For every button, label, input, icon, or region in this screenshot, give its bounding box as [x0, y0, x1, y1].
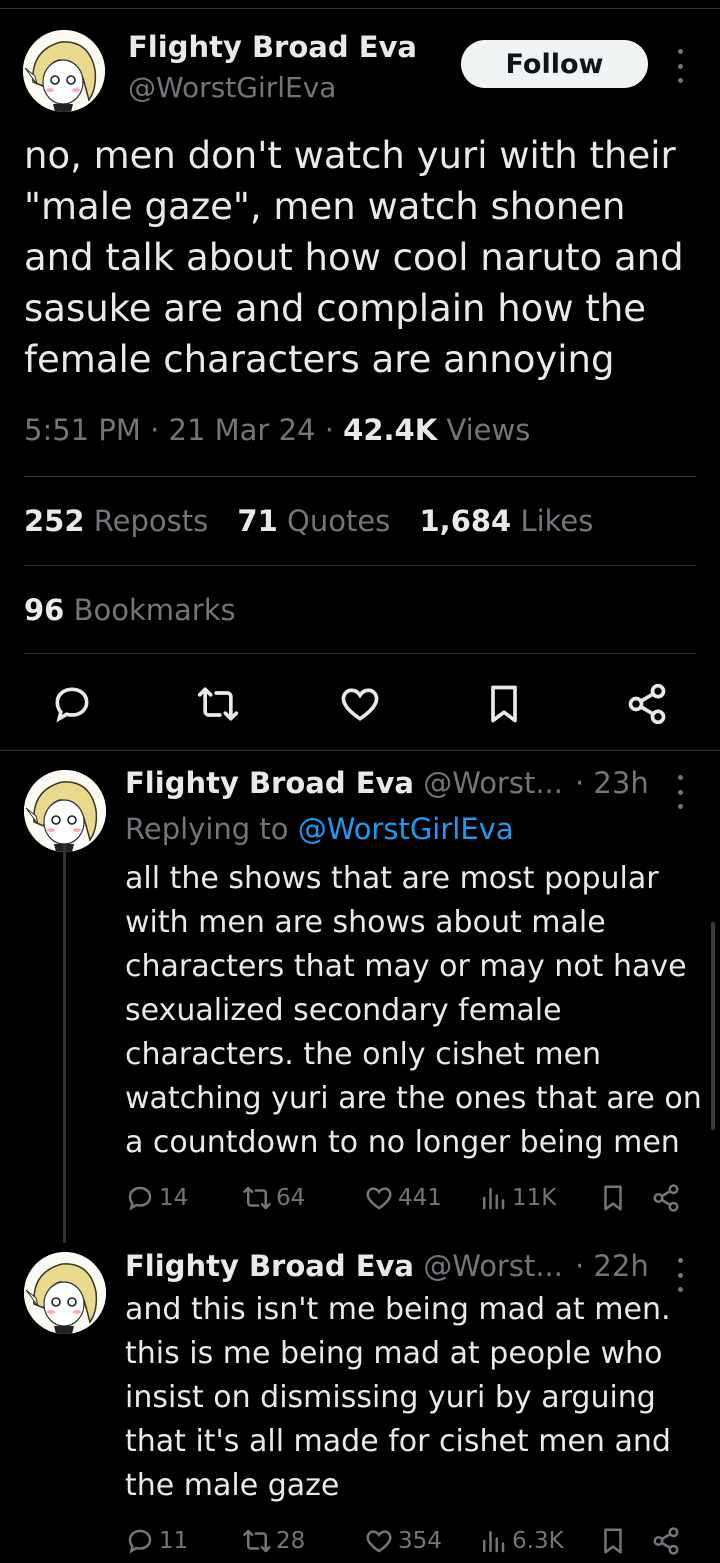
reply-text-line: the male gaze [125, 1468, 340, 1503]
reply-author-name[interactable]: Flighty Broad Eva [125, 1249, 414, 1283]
like-icon [366, 1187, 392, 1210]
more-options-icon[interactable] [674, 775, 686, 809]
reply-count: 14 [159, 1185, 189, 1211]
divider [24, 565, 696, 566]
divider [0, 750, 720, 751]
reply-time[interactable]: · 22h [575, 1249, 649, 1283]
follow-button[interactable]: Follow [461, 40, 648, 88]
tweet-time[interactable]: 5:51 PM [24, 413, 141, 447]
repost-button[interactable]: 28 [242, 1526, 305, 1556]
share-icon [653, 1184, 679, 1212]
quotes-stat[interactable]: 71 Quotes [237, 504, 390, 538]
reply-text-line: characters that may or may not have [125, 949, 687, 984]
like-count: 441 [398, 1185, 442, 1211]
views-button[interactable]: 6.3K [478, 1526, 564, 1556]
reply-icon [128, 1186, 152, 1211]
like-button[interactable]: 354 [364, 1526, 442, 1556]
views-count: 11K [512, 1185, 557, 1211]
like-icon[interactable] [338, 682, 382, 726]
like-count: 354 [398, 1528, 442, 1554]
reply-text: all the shows that are most popular with… [125, 857, 702, 1165]
tweet-date[interactable]: 21 Mar 24 [169, 413, 316, 447]
bookmark-button[interactable] [598, 1183, 628, 1213]
reply-text-line: this is me being mad at people who [125, 1336, 663, 1371]
author-handle[interactable]: @WorstGirlEva [128, 71, 336, 104]
repost-button[interactable]: 64 [242, 1183, 305, 1213]
reply-count: 11 [159, 1528, 189, 1554]
reply-text-line: insist on dismissing yuri by arguing [125, 1380, 656, 1415]
views-count: 42.4K [343, 413, 438, 447]
author-name[interactable]: Flighty Broad Eva [128, 30, 417, 64]
scrollbar[interactable] [711, 922, 715, 1130]
more-options-icon[interactable] [674, 1258, 686, 1292]
reply-text-line: watching yuri are the ones that are on [125, 1081, 702, 1116]
share-button[interactable] [651, 1183, 681, 1213]
like-icon [366, 1530, 392, 1553]
repost-count: 28 [276, 1528, 306, 1554]
like-button[interactable]: 441 [364, 1183, 442, 1213]
repost-icon[interactable] [196, 682, 240, 726]
tweet-text: no, men don't watch yuri with their "mal… [24, 130, 704, 385]
reply-text-line: all the shows that are most popular [125, 861, 659, 896]
repost-count: 64 [276, 1185, 306, 1211]
avatar-image [23, 30, 105, 112]
avatar[interactable] [24, 1252, 106, 1334]
reply-icon[interactable] [50, 682, 94, 726]
reposts-stat[interactable]: 252 Reposts [24, 504, 208, 538]
share-icon[interactable] [625, 682, 669, 726]
likes-stat[interactable]: 1,684 Likes [420, 504, 594, 538]
reply-button[interactable]: 11 [125, 1526, 188, 1556]
reply-time[interactable]: · 23h [575, 766, 649, 800]
views-icon [483, 1188, 505, 1210]
avatar-image [24, 770, 106, 852]
views-count: 6.3K [512, 1528, 564, 1554]
more-options-icon[interactable] [674, 49, 686, 83]
views-label: Views [446, 413, 531, 447]
tweet-text-line: and talk about how cool naruto and [24, 236, 684, 279]
tweet-text-line: no, men don't watch yuri with their [24, 134, 676, 177]
reply-header: Flighty Broad Eva @Worst... [125, 1249, 563, 1283]
replying-to: Replying to @WorstGirlEva [125, 812, 514, 846]
bookmark-icon [604, 1185, 622, 1211]
share-icon [653, 1527, 679, 1555]
tweet-meta: 5:51 PM · 21 Mar 24 · 42.4K Views [24, 413, 531, 447]
tweet-text-line: "male gaze", men watch shonen [24, 185, 626, 228]
views-button[interactable]: 11K [478, 1183, 556, 1213]
divider [24, 653, 696, 654]
reply-text-line: sexualized secondary female [125, 993, 562, 1028]
repost-icon [243, 1186, 271, 1210]
replying-to-link[interactable]: @WorstGirlEva [298, 812, 514, 846]
reply-text-line: with men are shows about male [125, 905, 606, 940]
divider [24, 476, 696, 477]
reply-text-line: a countdown to no longer being men [125, 1125, 680, 1160]
bookmark-icon[interactable] [482, 682, 526, 726]
engagement-stats: 252 Reposts 71 Quotes 1,684 Likes [24, 504, 613, 538]
reply-text: and this isn't me being mad at men. this… [125, 1288, 700, 1508]
tweet-text-line: female characters are annoying [24, 338, 615, 381]
repost-icon [243, 1529, 271, 1553]
avatar-image [24, 1252, 106, 1334]
bookmark-button[interactable] [598, 1526, 628, 1556]
reply-text-line: characters. the only cishet men [125, 1037, 602, 1072]
reply-button[interactable]: 14 [125, 1183, 188, 1213]
reply-author-name[interactable]: Flighty Broad Eva [125, 766, 414, 800]
top-divider [0, 8, 720, 9]
tweet-text-line: sasuke are and complain how the [24, 287, 647, 330]
reply-author-handle[interactable]: @Worst... [423, 766, 563, 800]
avatar[interactable] [23, 30, 105, 112]
reply-text-line: and this isn't me being mad at men. [125, 1292, 671, 1327]
bookmarks-stat[interactable]: 96 Bookmarks [24, 593, 236, 627]
reply-text-line: that it's all made for cishet men and [125, 1424, 671, 1459]
bookmark-icon [604, 1528, 622, 1554]
share-button[interactable] [651, 1526, 681, 1556]
views-icon [483, 1531, 505, 1553]
reply-author-handle[interactable]: @Worst... [423, 1249, 563, 1283]
thread-line [63, 845, 66, 1243]
avatar[interactable] [24, 770, 106, 852]
reply-icon [128, 1529, 152, 1554]
reply-header: Flighty Broad Eva @Worst... [125, 766, 563, 800]
